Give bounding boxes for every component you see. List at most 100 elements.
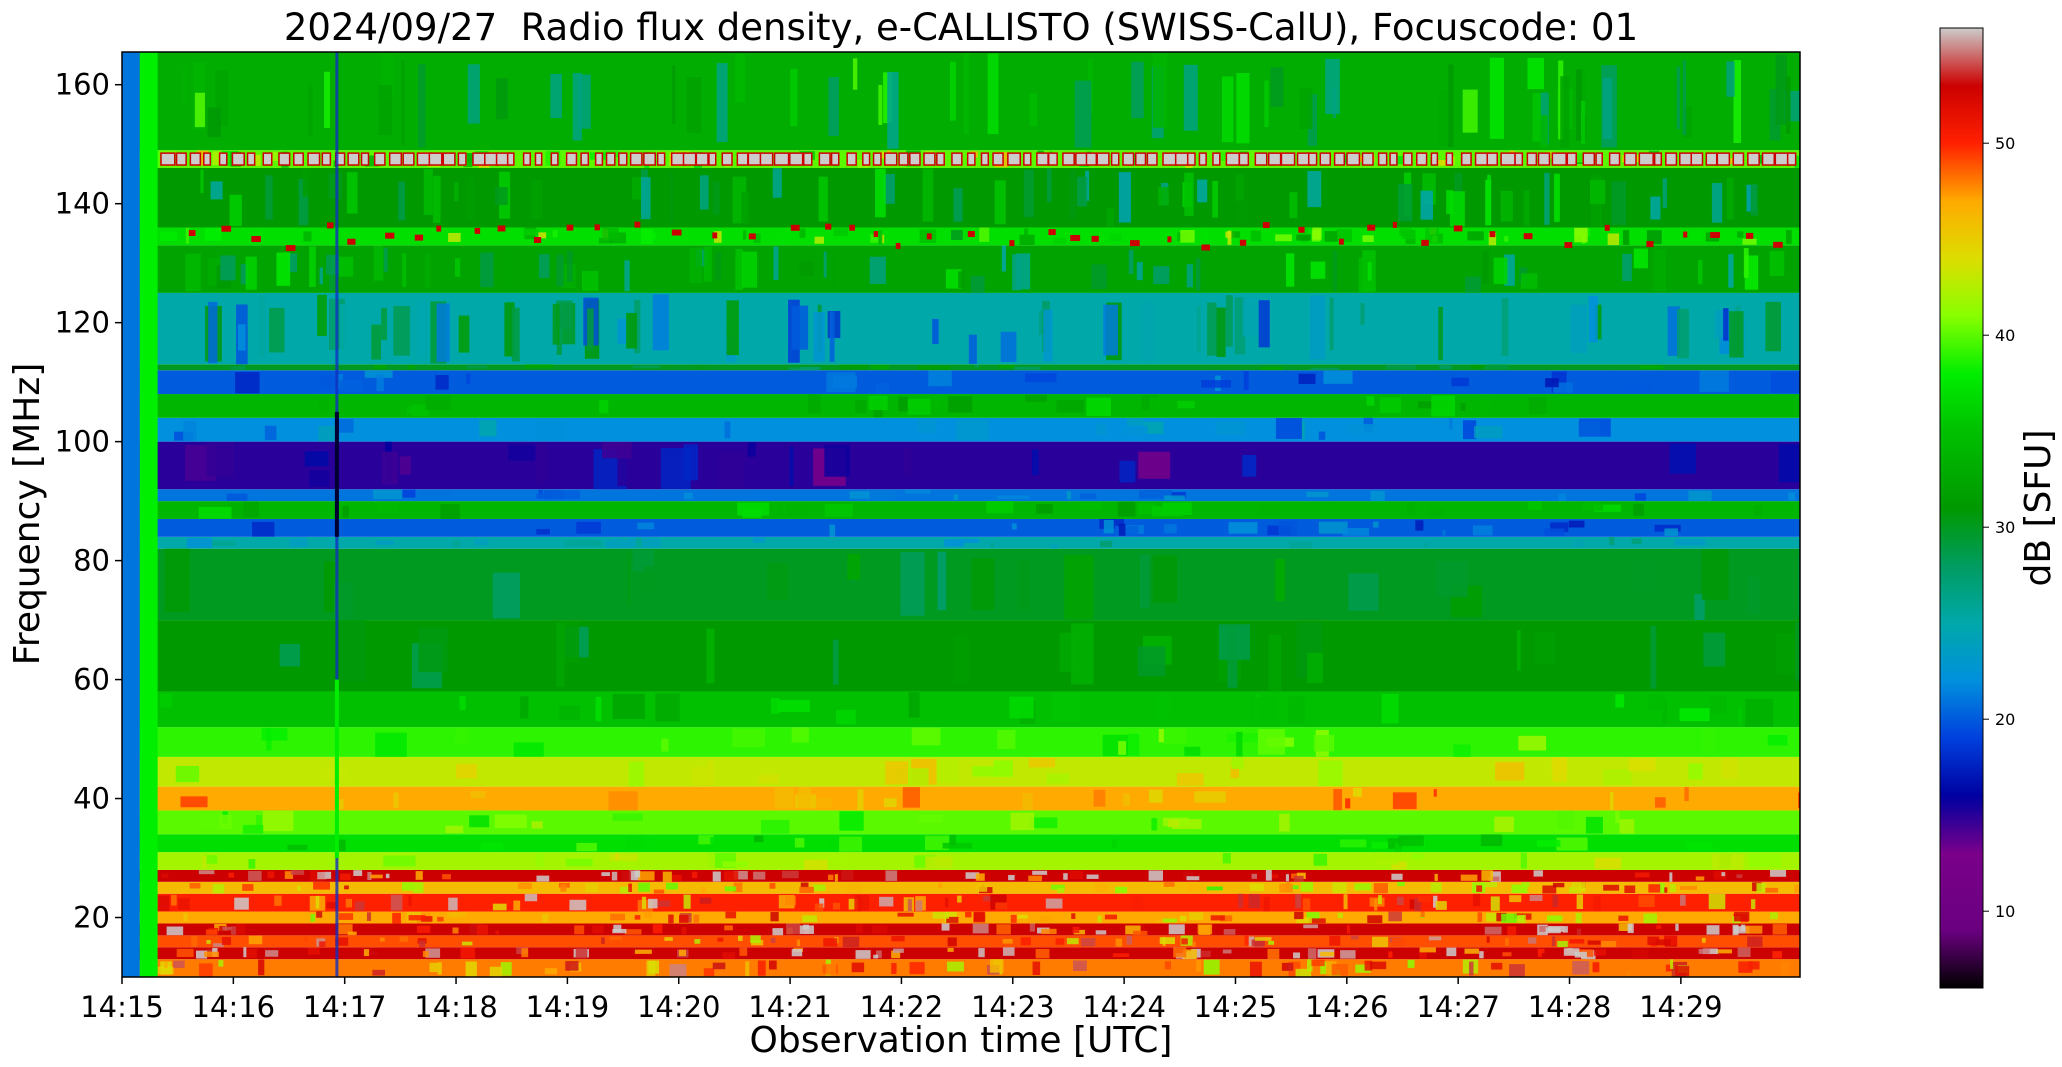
x-tick-label: 14:23	[971, 990, 1055, 1024]
spectrogram-speckle	[949, 61, 956, 121]
spectrogram-speckle	[732, 728, 765, 748]
spectrogram-speckle	[373, 489, 403, 500]
interference-spike	[1070, 234, 1081, 241]
spectrogram-speckle	[743, 230, 747, 240]
interference-spike	[221, 225, 232, 232]
spectrogram-speckle	[1491, 962, 1503, 970]
spectrogram-speckle	[875, 383, 889, 394]
spectrogram-speckle	[309, 470, 330, 488]
spectrogram-speckle	[1176, 773, 1204, 786]
spectrogram-speckle	[1392, 938, 1406, 947]
spectrogram-speckle	[1343, 894, 1348, 910]
spectrogram-speckle	[1354, 883, 1372, 891]
interference-spike	[566, 224, 574, 231]
interference-spike	[1130, 240, 1140, 247]
spectrogram-speckle	[480, 252, 494, 288]
spectrogram-speckle	[847, 554, 861, 580]
spectrogram-speckle	[1627, 923, 1634, 934]
spectrogram-speckle	[828, 874, 834, 881]
spectrogram-speckle	[1495, 762, 1525, 781]
spectrogram-speckle	[891, 935, 905, 942]
spectrogram-speckle	[1367, 262, 1372, 281]
spectrogram-speckle	[719, 452, 745, 489]
spectrogram-speckle	[276, 252, 291, 286]
spectrogram-speckle	[536, 875, 550, 882]
spectrogram-speckle	[857, 789, 864, 811]
spectrogram-speckle	[408, 915, 426, 921]
spectrogram-speckle	[1388, 951, 1393, 958]
spectrogram-speckle	[261, 728, 288, 741]
spectrogram-speckle	[1502, 952, 1512, 957]
spectrogram-speckle	[243, 947, 247, 958]
spectrogram-speckle	[1346, 424, 1378, 434]
spectrogram-speckle	[634, 949, 652, 954]
spectrogram-speckle	[1032, 870, 1048, 875]
spectrogram-speckle	[1569, 939, 1585, 944]
spectrogram-speckle	[440, 504, 460, 519]
spectrogram-speckle	[1072, 926, 1080, 933]
spectrogram-speckle	[205, 929, 218, 935]
spectrogram-speckle	[366, 912, 372, 921]
interference-spike	[278, 152, 291, 166]
spectrogram-speckle	[1069, 169, 1077, 220]
interference-spike	[1110, 152, 1120, 166]
spectrogram-speckle	[1615, 811, 1620, 824]
spectrogram-speckle	[180, 796, 208, 808]
spectrogram-speckle	[1431, 395, 1456, 417]
spectrogram-speckle	[1242, 297, 1260, 337]
spectrogram-speckle	[1622, 253, 1632, 282]
spectrogram-speckle	[1076, 176, 1088, 207]
spectrogram-speckle	[279, 644, 301, 667]
spectrogram-speckle	[1184, 746, 1201, 756]
spectrogram-speckle	[621, 871, 631, 881]
spectrogram-band	[122, 441, 1800, 490]
spectrogram-speckle	[625, 835, 642, 850]
spectrogram-speckle	[689, 247, 703, 284]
spectrogram-speckle	[521, 948, 529, 958]
spectrogram-speckle	[1738, 707, 1743, 726]
interference-spike	[1167, 236, 1172, 243]
interference-spike	[550, 152, 559, 166]
spectrogram-speckle	[799, 886, 814, 893]
spectrogram-speckle	[798, 786, 812, 809]
spectrogram-speckle	[1640, 365, 1664, 369]
spectrogram-speckle	[950, 834, 956, 846]
spectrogram-speckle	[164, 548, 190, 613]
spectrogram-speckle	[1066, 938, 1079, 945]
spectrogram-speckle	[803, 859, 828, 870]
spectrogram-speckle	[1765, 887, 1779, 893]
spectrogram-speckle	[1342, 527, 1370, 536]
spectrogram-speckle	[1203, 959, 1220, 975]
spectrogram-speckle	[508, 444, 536, 461]
spectrogram-speckle	[1750, 185, 1758, 216]
spectrogram-speckle	[1527, 57, 1545, 90]
spectrogram-speckle	[726, 300, 739, 356]
spectrogram-speckle	[1465, 276, 1481, 293]
spectrogram-speckle	[1293, 952, 1301, 959]
spectrogram-speckle	[1472, 525, 1493, 536]
y-tick-label: 20	[73, 901, 110, 935]
spectrogram-speckle	[198, 870, 215, 875]
spectrogram-speckle	[552, 230, 558, 238]
spectrogram-speckle	[1196, 960, 1202, 972]
spectrogram-speckle	[340, 873, 351, 881]
spectrogram-figure: 2024/09/27 Radio flux density, e-CALLIST…	[7, 6, 2059, 1061]
spectrogram-speckle	[1786, 76, 1791, 134]
spectrogram-speckle	[1747, 936, 1763, 947]
spectrogram-speckle	[1728, 254, 1734, 288]
spectrogram-speckle	[274, 895, 282, 906]
interference-spike	[951, 152, 963, 166]
spectrogram-speckle	[1168, 924, 1185, 935]
spectrogram-speckle	[609, 936, 623, 940]
interference-spike	[203, 152, 212, 166]
spectrogram-speckle	[1360, 303, 1365, 325]
interference-spike	[360, 152, 370, 166]
spectrogram-speckle	[1154, 918, 1164, 923]
spectrogram-speckle	[1517, 914, 1526, 924]
interference-spike	[1705, 152, 1718, 166]
spectrogram-speckle	[1400, 364, 1417, 370]
spectrogram-speckle	[1419, 947, 1436, 953]
spectrogram-speckle	[1772, 951, 1783, 959]
spectrogram-speckle	[1643, 913, 1658, 924]
spectrogram-speckle	[1221, 76, 1234, 143]
